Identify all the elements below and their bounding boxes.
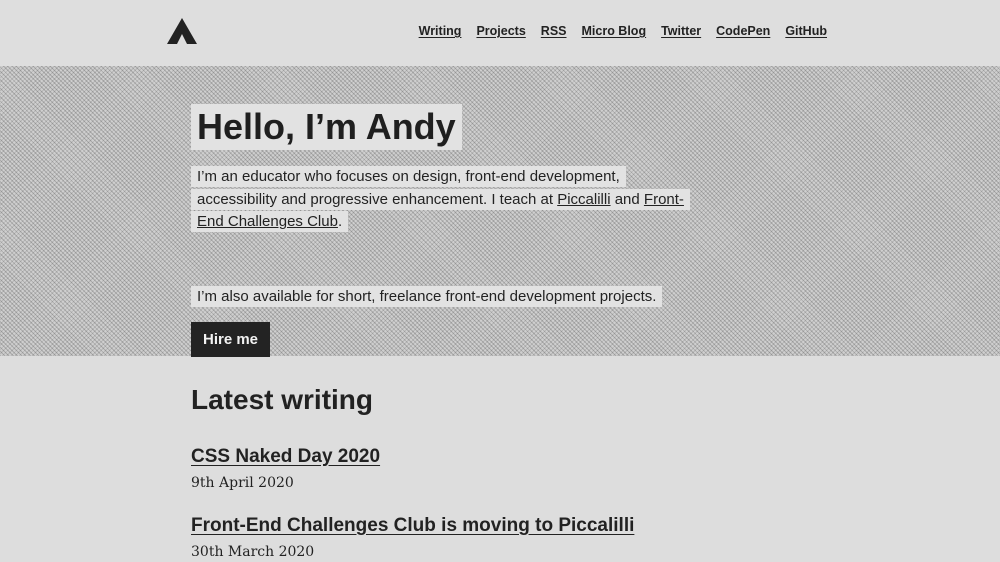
nav-projects[interactable]: Projects (476, 24, 525, 38)
post-title-link[interactable]: Front-End Challenges Club is moving to P… (191, 514, 791, 538)
nav-micro-blog[interactable]: Micro Blog (582, 24, 647, 38)
nav-twitter[interactable]: Twitter (661, 24, 701, 38)
post-date: 9th April 2020 (191, 475, 294, 491)
nav-rss[interactable]: RSS (541, 24, 567, 38)
latest-writing-heading: Latest writing (191, 384, 374, 415)
post-date: 30th March 2020 (191, 544, 315, 560)
availability-text: I’m also available for short, freelance … (191, 286, 663, 307)
post-title-link[interactable]: CSS Naked Day 2020 (191, 445, 791, 469)
intro-text-end: . (337, 213, 343, 230)
intro-text-middle: and (610, 190, 644, 208)
post-item: Front-End Challenges Club is moving to P… (191, 514, 791, 560)
hero-content: Hello, I’m Andy I’m an educator who focu… (191, 104, 691, 357)
hero-section: Hello, I’m Andy I’m an educator who focu… (0, 66, 1000, 357)
nav-github[interactable]: GitHub (785, 24, 827, 38)
post-item: CSS Naked Day 2020 9th April 2020 (191, 445, 791, 491)
triangle-logo-icon (167, 18, 197, 44)
availability-paragraph: I’m also available for short, freelance … (191, 286, 691, 309)
piccalilli-link[interactable]: Piccalilli (557, 191, 610, 208)
site-logo[interactable] (167, 18, 197, 44)
nav-writing[interactable]: Writing (419, 24, 462, 38)
intro-text: I’m an educator who focuses on design, f… (191, 166, 690, 232)
site-header: Writing Projects RSS Micro Blog Twitter … (0, 0, 1000, 66)
hire-me-button[interactable]: Hire me (191, 322, 270, 357)
intro-paragraph: I’m an educator who focuses on design, f… (191, 166, 691, 234)
latest-writing-section: Latest writing CSS Naked Day 2020 9th Ap… (191, 383, 791, 560)
nav-codepen[interactable]: CodePen (716, 24, 770, 38)
main-nav: Writing Projects RSS Micro Blog Twitter … (419, 24, 827, 38)
hero-title: Hello, I’m Andy (191, 104, 462, 150)
